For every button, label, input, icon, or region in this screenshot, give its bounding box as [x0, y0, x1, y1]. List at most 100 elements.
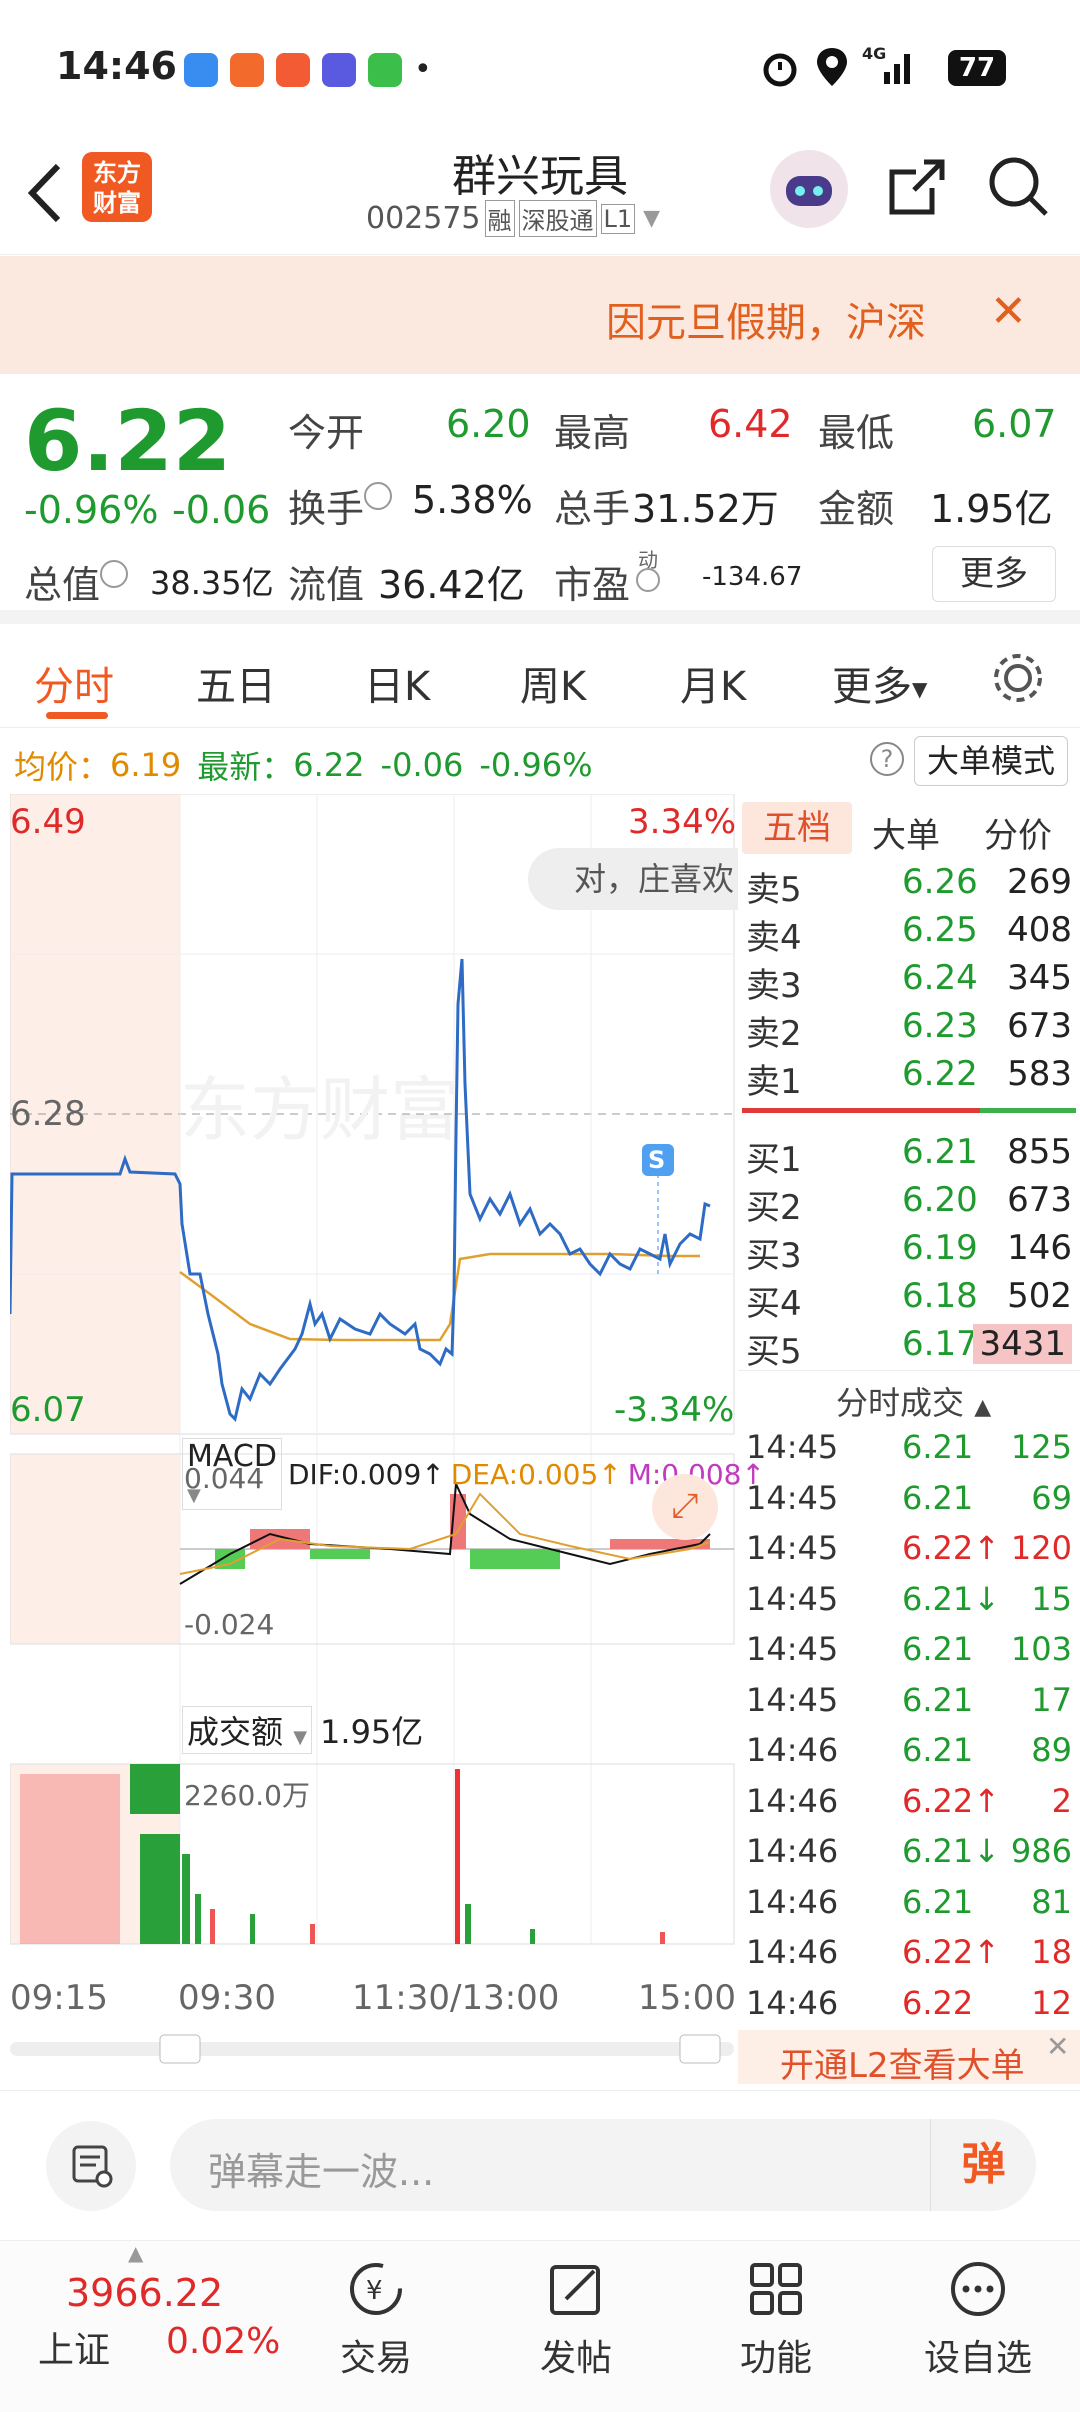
divider	[738, 1370, 1080, 1371]
location-icon	[814, 46, 850, 92]
tab-big-orders[interactable]: 大单	[872, 808, 940, 857]
bid-row[interactable]: 买3 6.19 146	[742, 1228, 1078, 1276]
expand-up-icon[interactable]: ▲	[128, 2241, 143, 2265]
danmu-settings-icon[interactable]	[46, 2121, 136, 2211]
help-icon[interactable]: ?	[870, 742, 904, 776]
trade-volume: 15	[1031, 1579, 1072, 1618]
ask-volume: 673	[1007, 1006, 1072, 1046]
up-arrow-icon: ↑	[973, 1933, 1001, 1971]
down-arrow-icon: ↓	[973, 1579, 1001, 1618]
trade-price: 6.22↑	[902, 1529, 1000, 1567]
bid-price: 6.19	[902, 1228, 978, 1268]
battery-level: 77	[958, 53, 996, 83]
signal-icon: 4G	[862, 44, 918, 94]
expand-icon[interactable]: ⤢	[652, 1474, 718, 1540]
bid-price: 6.21	[902, 1132, 978, 1172]
tab-five-day[interactable]: 五日	[196, 654, 276, 712]
tab-five-levels[interactable]: 五档	[742, 802, 852, 854]
tab-monthly-k[interactable]: 月K	[680, 654, 746, 712]
tab-daily-k[interactable]: 日K	[364, 654, 430, 712]
app-notification-icon	[230, 52, 264, 87]
trade-price: 6.21↓	[902, 1832, 1000, 1870]
trade-row: 14:45 6.21↓ 15	[742, 1580, 1078, 1628]
trade-time: 14:45	[746, 1478, 839, 1517]
index-pct[interactable]: 0.02%	[166, 2321, 280, 2362]
dif-value: DIF:0.009↑	[287, 1457, 445, 1491]
nav-post[interactable]: 发帖	[496, 2259, 656, 2381]
trade-price: 6.21	[902, 1428, 973, 1466]
close-icon[interactable]: ✕	[1046, 2030, 1069, 2063]
volume-legend: 成交额 ▼ 1.95亿	[182, 1706, 423, 1754]
assistant-robot-icon[interactable]	[770, 150, 848, 228]
share-icon[interactable]	[884, 154, 950, 224]
bid-row[interactable]: 买5 6.17 3431	[742, 1324, 1078, 1372]
volume-selector[interactable]: 成交额 ▼	[182, 1706, 313, 1754]
tab-intraday[interactable]: 分时	[34, 654, 114, 712]
range-handle-right[interactable]	[679, 2034, 721, 2064]
index-value[interactable]: 3966.22	[66, 2271, 223, 2315]
danmu-placeholder: 弹幕走一波...	[208, 2150, 435, 2194]
trade-volume: 986	[1010, 1832, 1072, 1870]
trade-volume: 2	[1051, 1781, 1072, 1820]
trade-time: 14:45	[746, 1579, 839, 1618]
l2-upgrade-bar[interactable]: 开通L2查看大单 ✕	[738, 2030, 1080, 2086]
trade-time: 14:45	[746, 1529, 839, 1567]
ask-row[interactable]: 卖1 6.22 583	[742, 1054, 1078, 1102]
sort-up-icon: ▲	[974, 1395, 992, 1420]
range-handle-left[interactable]	[159, 2034, 201, 2064]
close-icon[interactable]: ✕	[990, 286, 1027, 337]
ask-level-label: 卖2	[746, 1014, 802, 1054]
info-icon[interactable]	[364, 482, 392, 510]
trade-volume: 18	[1031, 1933, 1072, 1971]
quote-panel: 6.22 -0.96% -0.06 今开 6.20 最高 6.42 最低 6.0…	[0, 374, 1080, 624]
tab-more[interactable]: 更多▼	[832, 654, 927, 712]
ask-row[interactable]: 卖5 6.26 269	[742, 862, 1078, 910]
info-icon[interactable]	[100, 560, 128, 588]
settings-gear-icon[interactable]	[990, 650, 1046, 710]
intraday-chart[interactable]: 东方财富 S 6.49 3.34% 6.28 6.07 -3.34% 对，庄喜欢…	[10, 794, 765, 2078]
bid-row[interactable]: 买2 6.20 673	[742, 1180, 1078, 1228]
app-notification-icon	[368, 52, 402, 87]
trade-time: 14:45	[746, 1630, 839, 1668]
nav-add-watchlist[interactable]: 设自选	[898, 2259, 1058, 2381]
nav-functions[interactable]: 功能	[696, 2259, 856, 2381]
danmu-input[interactable]: 弹幕走一波... 弹	[170, 2119, 1036, 2211]
top-price-label: 6.49	[10, 802, 86, 842]
index-name[interactable]: 上证	[38, 2321, 110, 2373]
up-arrow-icon: ↑	[973, 1529, 1001, 1567]
turnover-value: 5.38%	[412, 478, 533, 522]
trade-price-value: 6.22	[902, 1529, 974, 1567]
trade-price: 6.21	[902, 1630, 973, 1668]
ask-row[interactable]: 卖2 6.23 673	[742, 1006, 1078, 1054]
app-notification-icon	[276, 52, 310, 87]
dea-value: DEA:0.005↑	[450, 1457, 622, 1491]
high-label: 最高	[554, 411, 631, 455]
nav-trade[interactable]: ¥ 交易	[296, 2259, 456, 2381]
tab-weekly-k[interactable]: 周K	[520, 654, 586, 712]
trades-title[interactable]: 分时成交 ▲	[836, 1378, 991, 1424]
bottom-pct-label: -3.34%	[614, 1390, 735, 1430]
tab-price-distribution[interactable]: 分价	[984, 808, 1052, 857]
holiday-notice-banner[interactable]: 因元旦假期，沪深 ✕	[0, 256, 1080, 374]
more-button[interactable]: 更多	[932, 546, 1056, 602]
big-order-mode-button[interactable]: 大单模式	[914, 736, 1068, 786]
chevron-down-icon: ▼	[293, 1727, 308, 1748]
avg-price-line	[179, 1252, 700, 1342]
ask-price: 6.25	[902, 910, 978, 950]
trade-volume: 125	[1010, 1428, 1072, 1466]
volume-label: 成交额	[187, 1713, 284, 1751]
more-notifications-dot: •	[414, 52, 432, 87]
ask-level-label: 卖4	[746, 918, 802, 958]
low-label: 最低	[818, 411, 895, 455]
latest-value: 6.22	[293, 746, 365, 784]
stock-code-row[interactable]: 002575 融 深股通 L1 ▼	[366, 200, 660, 237]
send-danmu-button[interactable]: 弹	[930, 2119, 1036, 2211]
ask-row[interactable]: 卖3 6.24 345	[742, 958, 1078, 1006]
bid-row[interactable]: 买4 6.18 502	[742, 1276, 1078, 1324]
search-icon[interactable]	[986, 154, 1052, 224]
info-icon[interactable]	[636, 568, 660, 592]
bid-row[interactable]: 买1 6.21 855	[742, 1132, 1078, 1180]
ask-row[interactable]: 卖4 6.25 408	[742, 910, 1078, 958]
change-pct: -0.96%	[24, 488, 159, 532]
chevron-down-icon: ▼	[643, 206, 661, 231]
